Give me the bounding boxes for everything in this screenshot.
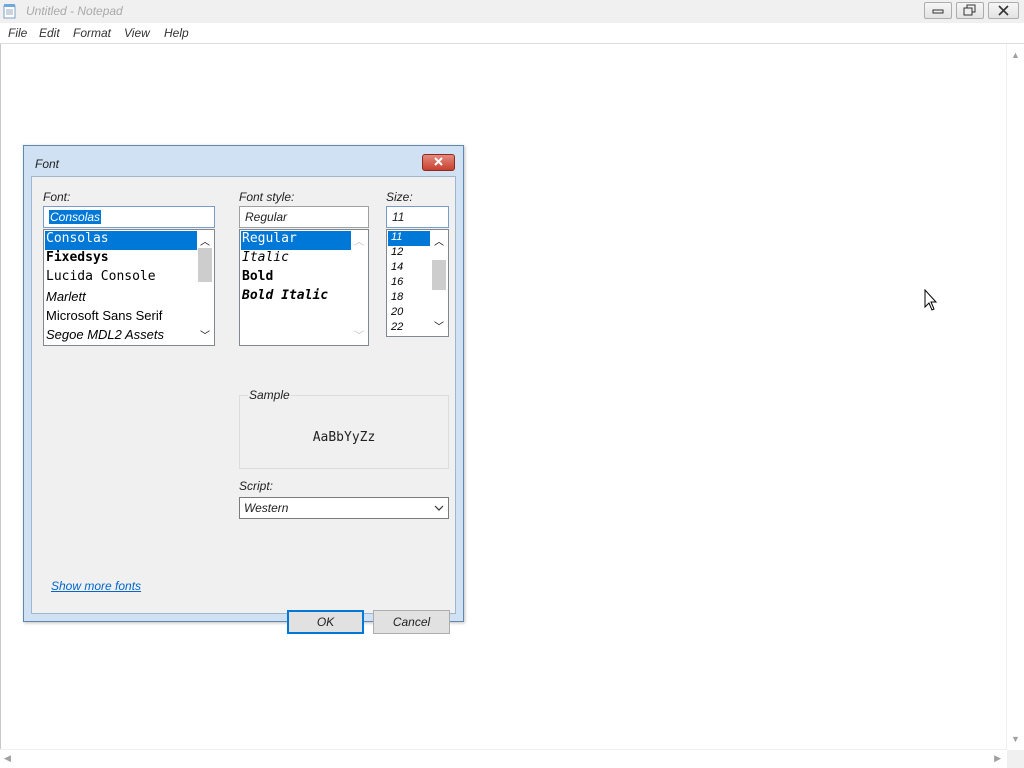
font-label: Font: (43, 190, 71, 204)
minimize-icon (932, 9, 944, 14)
dialog-close-button[interactable] (422, 154, 455, 171)
show-more-fonts-link[interactable]: Show more fonts (51, 579, 141, 593)
font-style-value: Regular (245, 210, 288, 224)
scroll-up-arrow-icon[interactable]: ▲ (1011, 50, 1020, 60)
menu-bar: File Edit Format View Help (0, 23, 1024, 44)
script-dropdown[interactable]: Western (239, 497, 449, 519)
close-icon (434, 157, 443, 166)
chevron-down-icon[interactable]: ﹀ (200, 327, 210, 342)
script-value: Western (244, 501, 289, 515)
menu-help[interactable]: Help (164, 26, 189, 40)
close-window-button[interactable] (988, 2, 1019, 19)
dialog-title: Font (35, 157, 60, 171)
menu-format[interactable]: Format (73, 26, 111, 40)
restore-icon (963, 4, 976, 16)
font-dialog: Font Font: Consolas Consolas Fixedsys Lu… (23, 145, 464, 634)
menu-file[interactable]: File (8, 26, 27, 40)
vertical-scrollbar[interactable]: ▲ ▼ (1006, 44, 1024, 750)
menu-view[interactable]: View (124, 26, 150, 40)
dialog-body: Font: Consolas Consolas Fixedsys Lucida … (31, 176, 456, 634)
font-style-label: Font style: (239, 190, 295, 204)
title-bar[interactable]: Untitled - Notepad (0, 0, 1024, 23)
font-listbox[interactable]: Consolas Fixedsys Lucida Console Marlett… (43, 229, 215, 346)
sample-label: Sample (248, 388, 291, 402)
window-title: Untitled - Notepad (26, 4, 123, 18)
chevron-down-icon[interactable]: ﹀ (434, 318, 444, 333)
chevron-down-icon[interactable]: ﹀ (354, 327, 364, 342)
size-listbox[interactable]: 11 12 14 16 18 20 22 ︿ ﹀ (386, 229, 449, 337)
scroll-thumb[interactable] (432, 260, 446, 290)
script-label: Script: (239, 479, 274, 493)
font-list-scrollbar[interactable]: ︿ ﹀ (197, 230, 214, 345)
size-list-scrollbar[interactable]: ︿ ﹀ (431, 230, 448, 336)
chevron-up-icon[interactable]: ︿ (434, 233, 444, 248)
font-style-input[interactable]: Regular (239, 206, 369, 228)
style-item-bold-italic[interactable]: Bold Italic (241, 288, 351, 307)
font-style-listbox[interactable]: Regular Italic Bold Bold Italic ︿ ﹀ (239, 229, 369, 346)
font-name-value: Consolas (49, 210, 102, 224)
font-item-marlett[interactable]: Marlett (45, 289, 197, 308)
sample-preview-text: AaBbYyZz (312, 430, 376, 445)
size-grip[interactable] (1007, 750, 1024, 768)
size-item-20[interactable]: 20 (388, 306, 430, 321)
font-item-fixedsys[interactable]: Fixedsys (45, 250, 197, 269)
chevron-down-icon (434, 505, 444, 511)
minimize-button[interactable] (924, 2, 952, 19)
size-item-14[interactable]: 14 (388, 261, 430, 276)
size-item-11[interactable]: 11 (388, 231, 430, 246)
ok-button[interactable]: OK (287, 610, 364, 634)
size-input[interactable]: 11 (386, 206, 449, 228)
chevron-up-icon[interactable]: ︿ (200, 233, 210, 248)
scroll-right-arrow-icon[interactable]: ▶ (994, 753, 1001, 764)
cancel-button[interactable]: Cancel (373, 610, 450, 634)
font-item-microsoft-sans-serif[interactable]: Microsoft Sans Serif (45, 308, 197, 327)
size-item-12[interactable]: 12 (388, 246, 430, 261)
notepad-app-icon (3, 4, 16, 19)
close-icon (998, 5, 1009, 16)
size-value: 11 (392, 210, 405, 224)
mouse-pointer-icon (924, 289, 938, 311)
style-item-italic[interactable]: Italic (241, 250, 351, 269)
style-item-bold[interactable]: Bold (241, 269, 351, 288)
size-item-22[interactable]: 22 (388, 321, 430, 336)
size-item-16[interactable]: 16 (388, 276, 430, 291)
size-label: Size: (386, 190, 413, 204)
scroll-thumb[interactable] (198, 248, 212, 282)
sample-group: Sample AaBbYyZz (239, 388, 449, 469)
size-item-18[interactable]: 18 (388, 291, 430, 306)
chevron-up-icon[interactable]: ︿ (354, 233, 364, 248)
font-item-lucida-console[interactable]: Lucida Console (45, 269, 197, 288)
restore-button[interactable] (956, 2, 984, 19)
menu-edit[interactable]: Edit (39, 26, 60, 40)
scroll-left-arrow-icon[interactable]: ◀ (4, 753, 11, 764)
horizontal-scrollbar[interactable]: ◀ ▶ (0, 749, 1007, 768)
scroll-down-arrow-icon[interactable]: ▼ (1011, 734, 1020, 744)
font-item-consolas[interactable]: Consolas (45, 231, 197, 250)
style-item-regular[interactable]: Regular (241, 231, 351, 250)
font-name-input[interactable]: Consolas (43, 206, 215, 228)
font-item-segoe-mdl2-assets[interactable]: Segoe MDL2 Assets (45, 327, 197, 345)
style-list-scrollbar[interactable]: ︿ ﹀ (351, 230, 368, 345)
